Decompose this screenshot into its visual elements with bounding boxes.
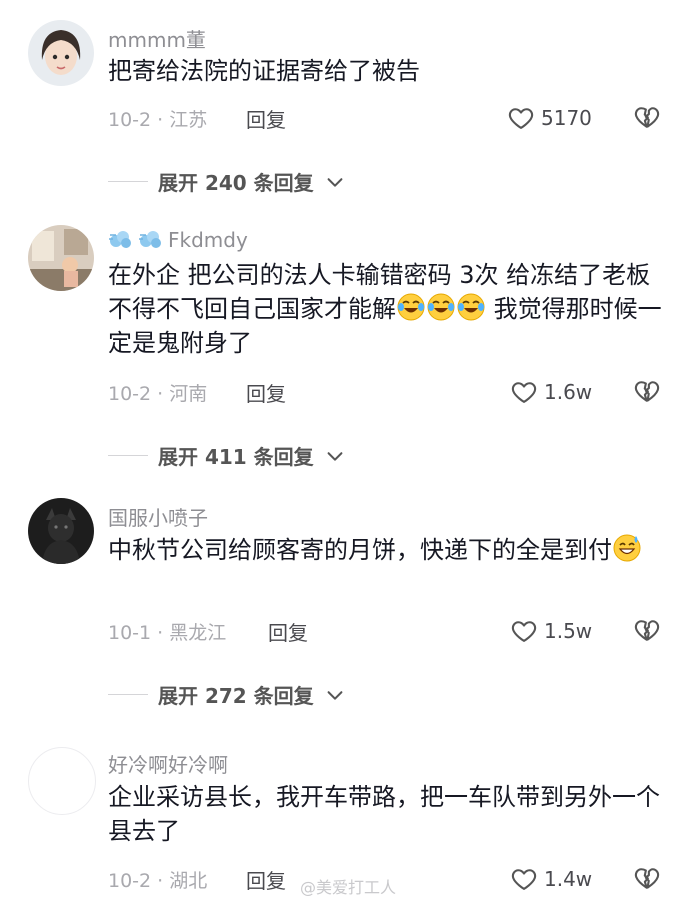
comment-date-location: 10-2 · 湖北 — [108, 870, 208, 892]
like-button[interactable]: 1.6w — [510, 378, 592, 406]
crying-laugh-emoji — [396, 292, 426, 322]
comment-text: 中秋节公司给顾客寄的月饼，快递下的全是到付 — [108, 533, 663, 567]
broken-heart-icon[interactable] — [632, 103, 662, 131]
expand-replies-button[interactable]: 展开 272 条回复 — [108, 680, 346, 709]
expand-replies-label: 展开 272 条回复 — [158, 684, 314, 708]
expand-replies-label: 展开 240 条回复 — [158, 171, 314, 195]
like-count: 1.6w — [544, 380, 593, 404]
comment-text: 企业采访县长，我开车带路，把一车队带到另外一个县去了 — [108, 783, 660, 845]
like-count: 5170 — [541, 106, 592, 130]
crying-laugh-emoji — [456, 292, 486, 322]
divider — [108, 455, 148, 456]
username: Fkdmdy — [168, 228, 248, 252]
wind-puff-icon — [108, 229, 134, 251]
broken-heart-icon[interactable] — [632, 864, 662, 892]
heart-outline-icon — [510, 865, 538, 893]
avatar[interactable] — [28, 20, 94, 86]
like-button[interactable]: 1.4w — [510, 865, 592, 893]
heart-outline-icon — [510, 378, 538, 406]
reply-button[interactable]: 回复 — [246, 104, 286, 133]
broken-heart-icon[interactable] — [632, 616, 662, 644]
heart-outline-icon — [510, 617, 538, 645]
chevron-down-icon — [324, 445, 346, 467]
watermark: @美爱打工人 — [300, 878, 397, 897]
like-count: 1.4w — [544, 867, 593, 891]
username[interactable]: 国服小喷子 — [108, 502, 208, 531]
comment-date-location: 10-2 · 江苏 — [108, 109, 208, 131]
comment-date-location: 10-1 · 黑龙江 — [108, 622, 227, 644]
comment-text-part: 中秋节公司给顾客寄的月饼，快递下的全是到付 — [108, 536, 612, 564]
reply-button[interactable]: 回复 — [246, 378, 286, 407]
reply-button[interactable]: 回复 — [268, 617, 308, 646]
chevron-down-icon — [324, 171, 346, 193]
avatar[interactable] — [28, 747, 96, 815]
sweat-smile-emoji — [612, 533, 642, 563]
divider — [108, 694, 148, 695]
like-button[interactable]: 1.5w — [510, 617, 592, 645]
expand-replies-button[interactable]: 展开 240 条回复 — [108, 167, 346, 196]
expand-replies-label: 展开 411 条回复 — [158, 445, 314, 469]
username-row[interactable]: Fkdmdy — [108, 228, 248, 252]
expand-replies-button[interactable]: 展开 411 条回复 — [108, 441, 346, 470]
username[interactable]: 好冷啊好冷啊 — [108, 749, 228, 778]
divider — [108, 181, 148, 182]
comment-text: 在外企 把公司的法人卡输错密码 3次 给冻结了老板不得不飞回自己国家才能解 我觉… — [108, 258, 663, 360]
username[interactable]: mmmm董 — [108, 24, 206, 53]
avatar[interactable] — [28, 225, 94, 291]
wind-puff-icon — [138, 229, 164, 251]
heart-outline-icon — [507, 104, 535, 132]
avatar[interactable] — [28, 498, 94, 564]
reply-button[interactable]: 回复 — [246, 865, 286, 894]
like-button[interactable]: 5170 — [507, 104, 592, 132]
like-count: 1.5w — [544, 619, 593, 643]
comment-date-location: 10-2 · 河南 — [108, 383, 208, 405]
crying-laugh-emoji — [426, 292, 456, 322]
broken-heart-icon[interactable] — [632, 377, 662, 405]
chevron-down-icon — [324, 684, 346, 706]
comment-text: 把寄给法院的证据寄给了被告 — [108, 57, 420, 85]
